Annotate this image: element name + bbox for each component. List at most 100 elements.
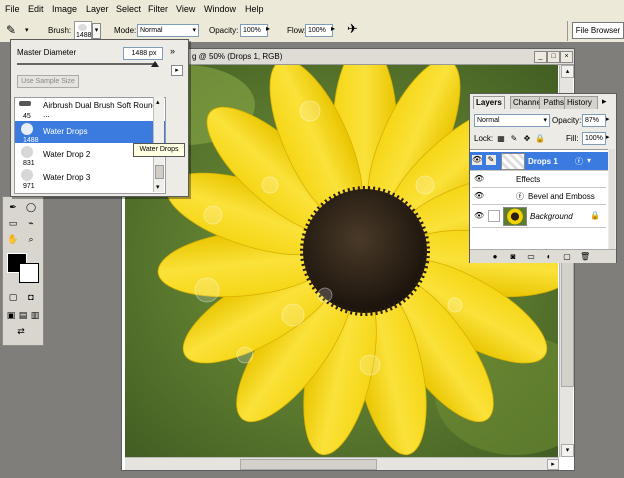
brush-name: Water Drops <box>43 127 88 136</box>
pen-tool-icon[interactable]: ✒ <box>7 201 19 213</box>
scroll-down-icon[interactable]: ▾ <box>561 444 574 457</box>
file-browser-button[interactable]: File Browser <box>572 22 624 39</box>
flow-arrow-icon[interactable]: ▸ <box>331 24 335 33</box>
add-mask-icon[interactable]: ◙ <box>508 252 518 261</box>
menu-image[interactable]: Image <box>52 4 77 14</box>
file-browser-label: File Browser <box>575 26 621 35</box>
airbrush-icon[interactable]: ✈ <box>347 21 358 37</box>
menu-view[interactable]: View <box>176 4 195 14</box>
quickmask-mode-icon[interactable]: ◘ <box>25 291 37 303</box>
notes-tool-icon[interactable]: ▭ <box>7 217 19 229</box>
scroll-up-icon[interactable]: ▴ <box>561 65 574 78</box>
new-layer-icon[interactable]: ▢ <box>562 252 572 261</box>
lock-transparency-icon[interactable]: ▦ <box>496 134 506 143</box>
menu-file[interactable]: File <box>5 4 20 14</box>
lock-label: Lock: <box>474 134 494 143</box>
standard-mode-icon[interactable]: ▢ <box>7 291 19 303</box>
lock-position-icon[interactable]: ✥ <box>522 134 532 143</box>
close-icon[interactable]: × <box>560 51 573 63</box>
use-sample-size-button[interactable]: Use Sample Size <box>17 75 79 88</box>
layer-effects-icon[interactable]: ⓕ <box>575 156 583 167</box>
lock-all-icon[interactable]: 🔒 <box>535 134 545 143</box>
brush-size: 831 <box>23 160 35 167</box>
zoom-tool-icon[interactable]: ⌕ <box>25 233 37 245</box>
brush-tool-icon[interactable]: ✎ <box>6 23 16 37</box>
opacity-field[interactable]: 100% <box>240 24 268 37</box>
scroll-right-icon[interactable]: ▸ <box>547 459 559 470</box>
menu-window[interactable]: Window <box>204 4 236 14</box>
screen-mode-2-icon[interactable]: ▤ <box>17 309 29 321</box>
brush-picker-arrow-icon[interactable]: ▾ <box>92 23 101 39</box>
screen-mode-1-icon[interactable]: ▣ <box>5 309 17 321</box>
brush-name: Water Drop 2 <box>43 150 91 159</box>
menu-select[interactable]: Select <box>116 4 141 14</box>
menu-help[interactable]: Help <box>245 4 264 14</box>
list-item[interactable]: 971 Water Drop 3 <box>15 167 165 190</box>
fill-arrow-icon[interactable]: ▸ <box>606 133 610 141</box>
brush-tip-icon <box>21 146 33 158</box>
slider-thumb-icon[interactable] <box>151 61 159 67</box>
trash-icon[interactable]: 🗑 <box>580 252 590 261</box>
opacity-arrow-icon[interactable]: ▸ <box>606 115 610 123</box>
master-diameter-slider[interactable] <box>17 63 157 65</box>
jump-to-imageready-icon[interactable]: ⇄ <box>15 325 27 337</box>
menu-edit[interactable]: Edit <box>28 4 44 14</box>
panel-options-icon[interactable]: ▸ <box>171 65 183 76</box>
eyedropper-icon[interactable]: ⌁ <box>25 217 37 229</box>
tool-dropdown-icon[interactable]: ▾ <box>25 26 29 34</box>
blend-mode-select[interactable]: Normal ▾ <box>474 114 550 127</box>
tab-channels[interactable]: Channels <box>510 96 542 109</box>
new-set-icon[interactable]: ▭ <box>526 252 536 261</box>
blend-mode-value: Normal <box>477 117 500 124</box>
palette-menu-icon[interactable]: ▸ <box>602 96 607 107</box>
document-title-bar[interactable]: g @ 50% (Drops 1, RGB) _ □ × <box>122 49 574 65</box>
brush-name: Water Drop 3 <box>43 173 91 182</box>
scroll-down-icon[interactable]: ▾ <box>156 183 160 191</box>
menu-filter[interactable]: Filter <box>148 4 168 14</box>
background-thumbnail <box>503 207 527 226</box>
background-color-swatch[interactable] <box>19 263 39 283</box>
brush-link-icon: ✎ <box>486 155 496 165</box>
menu-layer[interactable]: Layer <box>86 4 109 14</box>
flow-value: 100% <box>308 27 326 34</box>
brush-panel-menu-icon[interactable]: » <box>170 46 175 56</box>
minimize-icon[interactable]: _ <box>534 51 547 63</box>
layer-row-background[interactable]: 👁 Background 🔒 <box>472 205 606 228</box>
ellipse-tool-icon[interactable]: ◯ <box>25 201 37 213</box>
master-diameter-value: 1488 px <box>131 50 157 57</box>
mode-select[interactable]: Normal ▾ <box>137 24 199 37</box>
brush-preset-picker[interactable]: 1488 <box>74 21 92 41</box>
scroll-up-icon[interactable]: ▴ <box>156 98 160 106</box>
opacity-arrow-icon[interactable]: ▸ <box>266 24 270 33</box>
effects-row[interactable]: 👁 Effects <box>472 171 606 188</box>
bevel-emboss-row[interactable]: 👁 ⓕ Bevel and Emboss <box>472 188 606 205</box>
add-style-icon[interactable]: ● <box>490 252 500 261</box>
fill-field[interactable]: 100% <box>582 132 606 145</box>
master-diameter-field[interactable]: 1488 px <box>123 47 163 60</box>
eye-icon[interactable]: 👁 <box>474 191 484 201</box>
hand-tool-icon[interactable]: ✋ <box>7 233 19 245</box>
eye-icon[interactable]: 👁 <box>474 174 484 184</box>
maximize-icon[interactable]: □ <box>547 51 560 63</box>
chevron-down-icon: ▾ <box>192 27 196 34</box>
link-box[interactable] <box>488 210 500 222</box>
layer-row-drops[interactable]: 👁 ✎ Drops 1 ⓕ ▾ <box>470 152 608 171</box>
layer-opacity-field[interactable]: 87% <box>582 114 606 127</box>
flow-field[interactable]: 100% <box>305 24 333 37</box>
eye-icon[interactable]: 👁 <box>474 211 484 221</box>
lock-pixels-icon[interactable]: ✎ <box>509 134 519 143</box>
tab-history[interactable]: History <box>564 96 598 109</box>
list-item[interactable]: 45 Airbrush Dual Brush Soft Round ... <box>15 99 165 121</box>
horizontal-scrollbar[interactable]: ▸ <box>125 457 559 470</box>
chevron-down-icon[interactable]: ▾ <box>587 156 591 165</box>
scroll-thumb[interactable] <box>155 165 164 179</box>
layers-scrollbar[interactable] <box>609 149 615 249</box>
tab-paths[interactable]: Paths <box>539 96 567 109</box>
eye-icon[interactable]: 👁 <box>472 155 482 165</box>
adjustment-layer-icon[interactable]: ◐ <box>544 252 554 261</box>
list-item-selected[interactable]: 1488 Water Drops <box>15 121 165 144</box>
scroll-thumb-horizontal[interactable] <box>240 459 377 470</box>
tab-layers[interactable]: Layers <box>473 96 505 109</box>
chevron-down-icon: ▾ <box>543 117 547 124</box>
screen-mode-3-icon[interactable]: ▥ <box>29 309 41 321</box>
